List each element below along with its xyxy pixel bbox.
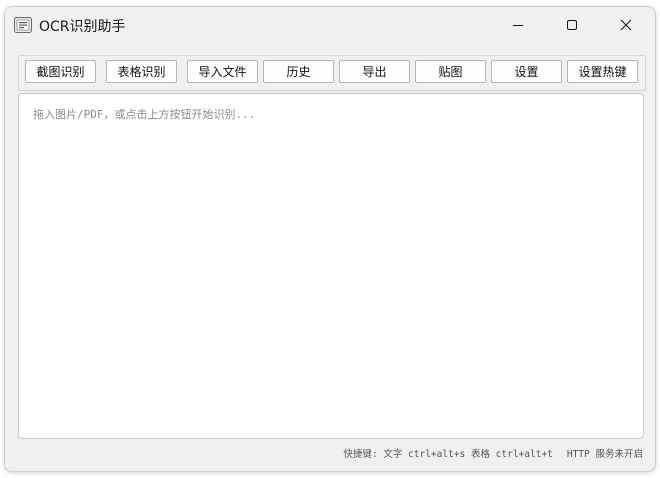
http-status: HTTP 服务未开启 xyxy=(566,449,643,460)
maximize-button[interactable] xyxy=(549,7,595,43)
status-bar: 快捷键: 文字 ctrl+alt+s 表格 ctrl+alt+t HTTP 服务未… xyxy=(343,446,643,460)
export-button[interactable]: 导出 xyxy=(339,60,410,83)
close-icon xyxy=(620,19,632,31)
app-window: OCR识别助手 截图识别 表格识别 导入文件 历史 导出 贴图 设置 设置热键 … xyxy=(4,6,656,472)
minimize-button[interactable] xyxy=(495,7,541,43)
close-button[interactable] xyxy=(603,7,649,43)
title-bar[interactable]: OCR识别助手 xyxy=(5,7,655,45)
result-placeholder: 拖入图片/PDF，或点击上方按钮开始识别... xyxy=(33,108,256,121)
minimize-icon xyxy=(513,25,523,26)
history-button[interactable]: 历史 xyxy=(263,60,334,83)
result-text-area[interactable]: 拖入图片/PDF，或点击上方按钮开始识别... xyxy=(18,93,644,439)
pin-image-button[interactable]: 贴图 xyxy=(415,60,486,83)
screenshot-ocr-button[interactable]: 截图识别 xyxy=(25,60,96,83)
settings-button[interactable]: 设置 xyxy=(491,60,562,83)
maximize-icon xyxy=(567,20,577,30)
table-ocr-button[interactable]: 表格识别 xyxy=(106,60,177,83)
ocr-app-icon xyxy=(14,17,32,33)
import-file-button[interactable]: 导入文件 xyxy=(187,60,258,83)
toolbar: 截图识别 表格识别 导入文件 历史 导出 贴图 设置 设置热键 xyxy=(18,55,646,91)
window-title: OCR识别助手 xyxy=(39,19,126,35)
hotkey-settings-button[interactable]: 设置热键 xyxy=(567,60,638,83)
hotkey-status: 快捷键: 文字 ctrl+alt+s 表格 ctrl+alt+t xyxy=(343,449,553,460)
